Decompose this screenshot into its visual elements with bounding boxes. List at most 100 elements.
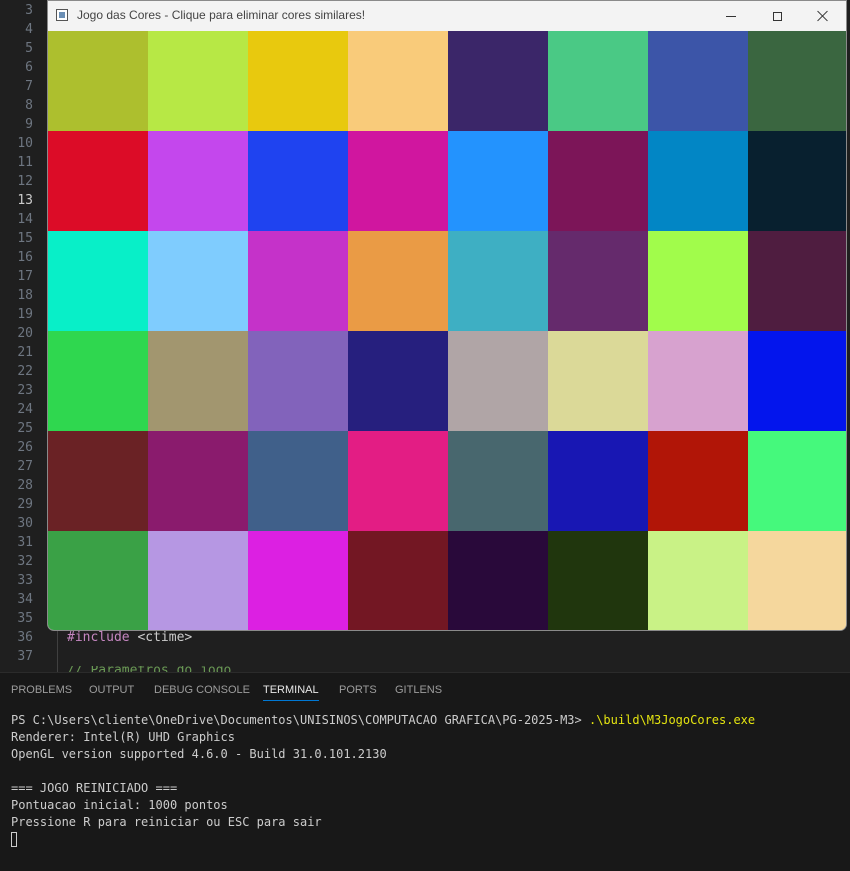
color-cell[interactable]: [648, 331, 748, 431]
color-cell[interactable]: [548, 331, 648, 431]
include-directive: #include: [67, 630, 130, 645]
color-cell[interactable]: [448, 231, 548, 331]
color-cell[interactable]: [248, 231, 348, 331]
app-window-icon: [56, 9, 68, 21]
color-cell[interactable]: [448, 131, 548, 231]
color-cell[interactable]: [348, 231, 448, 331]
color-cell[interactable]: [148, 531, 248, 630]
color-cell[interactable]: [448, 531, 548, 630]
game-window[interactable]: Jogo das Cores - Clique para eliminar co…: [47, 0, 847, 631]
color-cell[interactable]: [448, 331, 548, 431]
line-number: 25: [17, 421, 33, 436]
color-cell[interactable]: [548, 531, 648, 630]
line-number: 28: [17, 478, 33, 493]
line-number: 19: [17, 307, 33, 322]
line-number: 26: [17, 440, 33, 455]
color-cell[interactable]: [748, 531, 846, 630]
color-cell[interactable]: [248, 531, 348, 630]
line-number: 24: [17, 402, 33, 417]
line-number: 34: [17, 592, 33, 607]
terminal-prompt: PS C:\Users\cliente\OneDrive\Documentos\…: [11, 713, 589, 727]
line-number: 12: [17, 174, 33, 189]
minimize-button[interactable]: [708, 1, 754, 31]
color-cell[interactable]: [648, 531, 748, 630]
color-cell[interactable]: [48, 331, 148, 431]
color-cell[interactable]: [548, 431, 648, 531]
tab-debug-console[interactable]: DEBUG CONSOLE: [154, 684, 250, 700]
color-grid[interactable]: [48, 31, 846, 630]
color-cell[interactable]: [548, 31, 648, 131]
tab-output[interactable]: OUTPUT: [89, 684, 134, 700]
color-cell[interactable]: [148, 131, 248, 231]
terminal-cursor: [11, 832, 17, 847]
color-cell[interactable]: [248, 331, 348, 431]
indent-guide: [57, 625, 58, 672]
color-cell[interactable]: [348, 431, 448, 531]
color-cell[interactable]: [448, 31, 548, 131]
window-title: Jogo das Cores - Clique para eliminar co…: [77, 8, 366, 22]
window-titlebar[interactable]: Jogo das Cores - Clique para eliminar co…: [48, 1, 846, 31]
terminal-command: .\build\M3JogoCores.exe: [588, 713, 756, 727]
tab-gitlens[interactable]: GITLENS: [395, 684, 442, 700]
line-number: 11: [17, 155, 33, 170]
line-number: 21: [17, 345, 33, 360]
line-number: 35: [17, 611, 33, 626]
line-number: 10: [17, 136, 33, 151]
color-cell[interactable]: [48, 431, 148, 531]
line-number: 4: [25, 22, 33, 37]
color-cell[interactable]: [748, 231, 846, 331]
color-cell[interactable]: [648, 431, 748, 531]
tab-problems[interactable]: PROBLEMS: [11, 684, 72, 700]
color-cell[interactable]: [148, 431, 248, 531]
color-cell[interactable]: [348, 331, 448, 431]
color-cell[interactable]: [48, 531, 148, 630]
close-button[interactable]: [800, 1, 846, 31]
color-cell[interactable]: [48, 31, 148, 131]
color-cell[interactable]: [448, 431, 548, 531]
line-number: 23: [17, 383, 33, 398]
line-number: 5: [25, 41, 33, 56]
maximize-button[interactable]: [754, 1, 800, 31]
tab-ports[interactable]: PORTS: [339, 684, 377, 700]
maximize-icon: [772, 11, 782, 21]
line-number: 33: [17, 573, 33, 588]
line-number: 37: [17, 649, 33, 664]
color-cell[interactable]: [248, 31, 348, 131]
line-number: 13: [17, 193, 33, 208]
color-cell[interactable]: [748, 331, 846, 431]
color-cell[interactable]: [348, 131, 448, 231]
line-number: 16: [17, 250, 33, 265]
color-cell[interactable]: [548, 131, 648, 231]
line-number: 30: [17, 516, 33, 531]
line-number: 20: [17, 326, 33, 341]
color-cell[interactable]: [48, 131, 148, 231]
color-cell[interactable]: [548, 231, 648, 331]
color-cell[interactable]: [248, 131, 348, 231]
color-cell[interactable]: [748, 431, 846, 531]
line-number: 36: [17, 630, 33, 645]
color-cell[interactable]: [648, 31, 748, 131]
color-cell[interactable]: [348, 31, 448, 131]
close-icon: [817, 10, 829, 22]
color-cell[interactable]: [648, 131, 748, 231]
terminal-opengl-line: OpenGL version supported 4.6.0 - Build 3…: [11, 747, 387, 761]
color-cell[interactable]: [148, 331, 248, 431]
color-cell[interactable]: [148, 31, 248, 131]
terminal-command-line: PS C:\Users\cliente\OneDrive\Documentos\…: [11, 712, 755, 729]
color-cell[interactable]: [248, 431, 348, 531]
color-cell[interactable]: [148, 231, 248, 331]
color-cell[interactable]: [748, 31, 846, 131]
include-header: <ctime>: [129, 630, 193, 645]
color-cell[interactable]: [48, 231, 148, 331]
line-number: 27: [17, 459, 33, 474]
line-number: 9: [25, 117, 33, 132]
terminal-output[interactable]: PS C:\Users\cliente\OneDrive\Documentos\…: [11, 712, 755, 847]
color-cell[interactable]: [348, 531, 448, 630]
color-cell[interactable]: [748, 131, 846, 231]
line-number: 29: [17, 497, 33, 512]
tab-terminal[interactable]: TERMINAL: [263, 684, 319, 701]
terminal-renderer-line: Renderer: Intel(R) UHD Graphics: [11, 730, 235, 744]
line-number: 31: [17, 535, 33, 550]
line-number: 18: [17, 288, 33, 303]
color-cell[interactable]: [648, 231, 748, 331]
